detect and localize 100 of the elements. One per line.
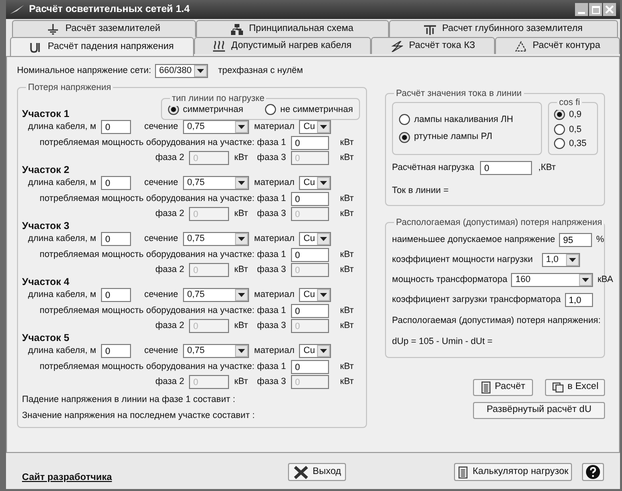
tab[interactable]: Расчёт заземлителей — [12, 20, 196, 37]
input-field[interactable]: 0 — [291, 360, 329, 374]
tab[interactable]: Расчёт контура — [494, 37, 620, 54]
cable-length-label: длина кабеля, м — [28, 232, 96, 245]
radio-button[interactable]: симметричная — [168, 103, 244, 116]
radio-button[interactable]: 0,35 — [554, 137, 592, 150]
combo-box[interactable]: Cu — [299, 344, 332, 358]
input-field[interactable]: 0 — [480, 160, 532, 174]
action-button[interactable]: Расчёт — [473, 378, 533, 396]
caret-icon — [320, 180, 328, 184]
cross-section-label: сечение — [144, 176, 178, 189]
material-label: материал — [254, 120, 294, 133]
phase-label: фаза 2 — [155, 206, 184, 220]
caret-icon — [320, 236, 328, 240]
radio-button[interactable]: ртутные лампы РЛ — [399, 130, 535, 144]
tab[interactable]: Расчет глубинного заземлителя — [388, 20, 618, 37]
developer-site-link[interactable]: Сайт разработчика — [22, 470, 112, 485]
group-title: Потеря напряжения — [26, 81, 114, 94]
group-title: Распологаемая (допустимая) потеря напряжения — [394, 216, 604, 230]
combo-box[interactable]: 660/380 — [155, 64, 208, 78]
unit-label: кВт — [234, 206, 248, 220]
input-field[interactable]: 0 — [101, 288, 132, 302]
dropdown-arrow-button[interactable] — [235, 120, 248, 132]
input-field[interactable]: 0 — [101, 176, 132, 190]
tab[interactable]: Принципиальная схема — [196, 20, 389, 37]
phase-label: фаза 2 — [155, 374, 184, 388]
app-icon — [10, 4, 24, 14]
formula-text: dUp = 105 - Umin - dUt = — [392, 334, 494, 348]
help-button[interactable] — [582, 463, 604, 481]
tab[interactable]: Допустимый нагрев кабеля — [194, 37, 372, 54]
dropdown-arrow-button[interactable] — [317, 288, 330, 300]
combo-box[interactable]: 0,75 — [183, 344, 250, 358]
input-field[interactable]: 0 — [291, 192, 329, 206]
input-field[interactable]: 95 — [559, 232, 592, 246]
dropdown-arrow-button[interactable] — [317, 344, 330, 356]
combo-box[interactable]: Cu — [299, 176, 332, 190]
radio-button[interactable]: 0,5 — [554, 122, 592, 136]
power-label: потребляемая мощность оборудования на участке: фаза 1 — [40, 248, 286, 261]
parameter-label: мощность трансформатора — [392, 272, 508, 286]
combo-box[interactable]: 0,75 — [183, 120, 250, 134]
combo-box[interactable]: Cu — [299, 232, 332, 246]
dropdown-arrow-button[interactable] — [566, 254, 579, 266]
caret-icon — [582, 278, 590, 282]
dropdown-arrow-button[interactable] — [579, 274, 592, 286]
dropdown-arrow-button[interactable] — [235, 232, 248, 244]
input-field[interactable]: 0 — [291, 248, 329, 262]
combo-box[interactable]: 1,0 — [542, 252, 580, 266]
dropdown-arrow-button[interactable] — [235, 344, 248, 356]
dropdown-arrow-button[interactable] — [235, 176, 248, 188]
dropdown-arrow-button[interactable] — [235, 288, 248, 300]
triangle-icon — [514, 40, 527, 52]
unit-label: кВА — [597, 274, 614, 284]
network-type-label: трехфазная с нулём — [218, 64, 303, 78]
caret-icon — [238, 348, 246, 352]
input-field[interactable]: 0 — [101, 232, 132, 246]
cable-length-label: длина кабеля, м — [28, 120, 96, 133]
combo-box[interactable]: 160 — [511, 272, 594, 286]
material-label: материал — [254, 288, 294, 301]
material-label: материал — [254, 232, 294, 245]
exit-button[interactable]: Выход — [288, 463, 346, 481]
radio-circle[interactable] — [399, 132, 410, 142]
parameter-label: наименьшее допускаемое напряжение — [392, 232, 556, 246]
cross-section-label: сечение — [144, 232, 178, 245]
unit-label: ,КВт — [538, 160, 556, 174]
heat-icon — [213, 40, 226, 52]
combo-box[interactable]: 0,75 — [183, 232, 250, 246]
power-label: потребляемая мощность оборудования на участке: фаза 1 — [40, 192, 286, 205]
combo-box[interactable]: 0,75 — [183, 288, 250, 302]
radio-button[interactable]: не симметричная — [265, 103, 353, 116]
tab[interactable]: Расчёт тока КЗ — [371, 37, 495, 54]
phase-label: фаза 3 — [257, 374, 286, 388]
radio-circle[interactable] — [554, 109, 565, 120]
radio-button[interactable]: 0,9 — [554, 108, 592, 122]
input-field[interactable]: 0 — [291, 304, 329, 318]
dropdown-arrow-button[interactable] — [317, 176, 330, 188]
input-field[interactable]: 0 — [101, 344, 132, 358]
section-title: Участок 1 — [22, 108, 70, 120]
dropdown-arrow-button[interactable] — [317, 120, 330, 132]
input-field[interactable]: 1,0 — [564, 292, 593, 306]
action-button[interactable]: в Excel — [545, 378, 605, 396]
input-field[interactable]: 0 — [291, 136, 329, 150]
cross-section-label: сечение — [144, 344, 178, 357]
combo-box[interactable]: 0,75 — [183, 176, 250, 190]
combo-box[interactable]: Cu — [299, 120, 332, 134]
close-icon — [292, 466, 309, 478]
phase-label: фаза 3 — [257, 318, 286, 332]
input-field[interactable]: 0 — [101, 120, 132, 134]
caret-icon — [197, 69, 204, 73]
unit-label: кВт — [339, 150, 355, 164]
section-title: Участок 4 — [22, 276, 70, 288]
dropdown-arrow-button[interactable] — [194, 65, 208, 77]
tab[interactable]: Расчёт падения напряжения — [10, 37, 194, 56]
load-calculator-button[interactable]: Калькулятор нагрузок — [454, 463, 572, 481]
radio-button[interactable]: лампы накаливания ЛН — [399, 112, 535, 126]
caret-icon — [238, 180, 246, 184]
combo-box[interactable]: Cu — [299, 288, 332, 302]
parameter-label: коэффициент загрузки трансформатора — [392, 292, 561, 306]
parameter-label: коэффициент мощности нагрузки — [392, 252, 533, 266]
detailed-calculation-button[interactable]: Развёрнутый расчёт dU — [473, 402, 605, 418]
dropdown-arrow-button[interactable] — [317, 232, 330, 244]
